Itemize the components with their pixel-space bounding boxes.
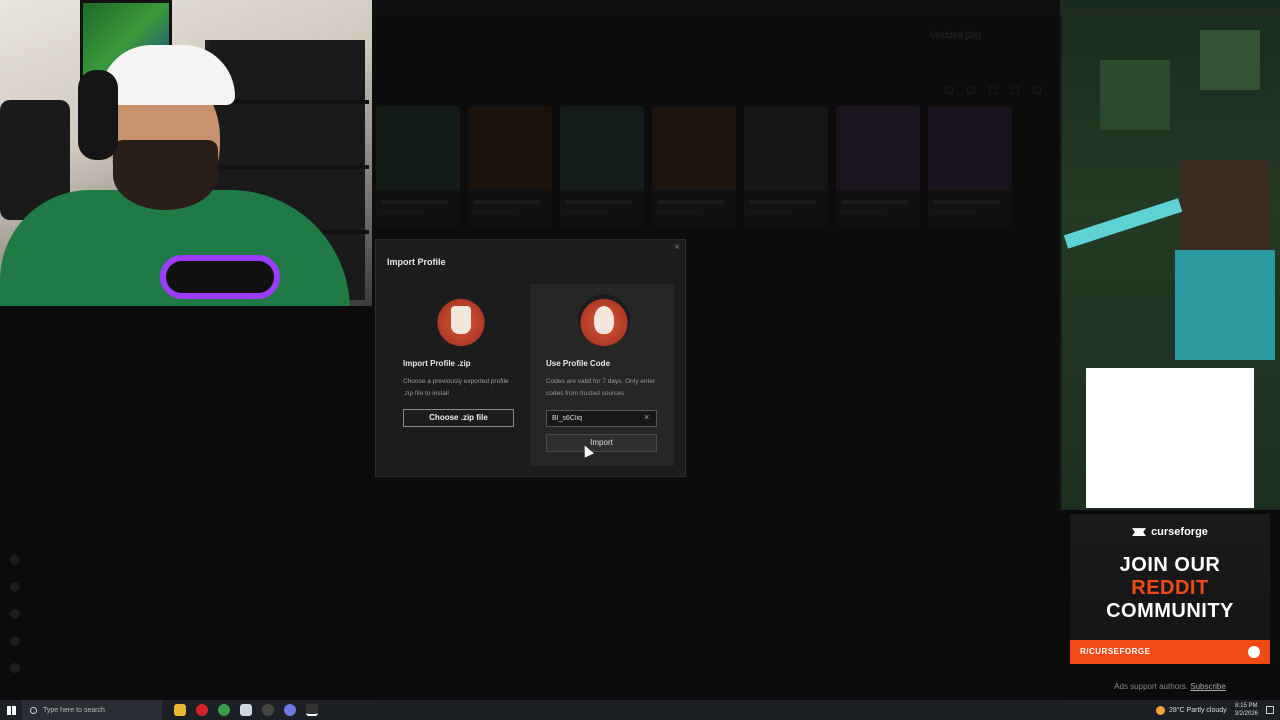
ad-headline-1: JOIN OUR: [1119, 554, 1221, 576]
scroll-quill-icon: [435, 294, 487, 346]
clock[interactable]: 8:15 PM 3/2/2026: [1235, 702, 1258, 718]
windows-taskbar: Type here to search 28°C Partly cloudy 8…: [0, 700, 1280, 720]
sidebar-icon[interactable]: [10, 555, 20, 565]
diamond-sword: [1063, 198, 1183, 249]
import-zip-option: Import Profile .zip Choose a previously …: [387, 284, 531, 466]
search-placeholder: Type here to search: [43, 706, 105, 714]
microphone: [160, 255, 280, 299]
anvil-icon: [1132, 528, 1147, 537]
ad-headline-3: COMMUNITY: [1106, 600, 1234, 622]
profile-code-input[interactable]: [546, 410, 657, 427]
taskbar-search[interactable]: Type here to search: [22, 700, 162, 720]
taskbar-apps: [174, 704, 318, 716]
import-profile-dialog: Import Profile × Import Profile .zip Cho…: [375, 239, 686, 477]
code-option-title: Use Profile Code: [546, 359, 611, 368]
sidebar: [10, 555, 20, 673]
ad-cta-label: R/CURSEFORGE: [1080, 647, 1151, 656]
zip-option-description: Choose a previously exported profile .zi…: [403, 378, 509, 397]
character-head: [1180, 160, 1270, 250]
curseforge-app-icon[interactable]: [306, 704, 318, 716]
dialog-title: Import Profile: [387, 257, 446, 267]
clock-date: 3/2/2026: [1234, 711, 1258, 717]
ad-placeholder[interactable]: [1086, 368, 1254, 508]
close-icon[interactable]: ×: [674, 242, 680, 253]
webcam-overlay: [0, 0, 372, 306]
profile-code-option: Use Profile Code Codes are valid for 7 d…: [530, 284, 674, 466]
reddit-icon: [1248, 646, 1260, 658]
potion-icon: [578, 294, 630, 346]
clear-input-icon[interactable]: ×: [644, 412, 649, 422]
windows-logo-icon: [6, 705, 16, 715]
sidebar-icon[interactable]: [10, 609, 20, 619]
weather-text: 28°C Partly cloudy: [1168, 706, 1227, 714]
discord-icon[interactable]: [284, 704, 296, 716]
partly-cloudy-icon: [1155, 705, 1165, 715]
code-option-description: Codes are valid for 7 days. Only enter c…: [546, 378, 656, 397]
import-button[interactable]: Import: [546, 434, 657, 452]
explorer-icon[interactable]: [174, 704, 186, 716]
headphones: [78, 70, 118, 160]
ad-headline-2: REDDIT: [1131, 577, 1209, 599]
person-beard: [113, 140, 218, 210]
sidebar-icon[interactable]: [10, 663, 20, 673]
clock-time: 8:15 PM: [1235, 703, 1258, 709]
obs-icon[interactable]: [262, 704, 274, 716]
opera-icon[interactable]: [196, 704, 208, 716]
subscribe-link[interactable]: Subscribe: [1190, 682, 1226, 691]
weather-widget[interactable]: 28°C Partly cloudy: [1155, 705, 1227, 715]
zip-option-title: Import Profile .zip: [403, 359, 471, 368]
choose-zip-button[interactable]: Choose .zip file: [403, 409, 514, 427]
character-body: [1175, 250, 1275, 360]
curseforge-ad[interactable]: curseforge JOIN OUR REDDIT COMMUNITY R/C…: [1070, 514, 1270, 664]
ad-support-text: Ads support authors. Subscribe: [1114, 682, 1226, 691]
sidebar-icon[interactable]: [10, 582, 20, 592]
notification-icon[interactable]: [1266, 706, 1274, 714]
ad-cta-bar[interactable]: R/CURSEFORGE: [1070, 640, 1270, 664]
screen: Modded (26) curseforge JOIN OUR REDDIT C: [0, 0, 1280, 720]
search-icon: [30, 706, 37, 714]
start-button[interactable]: [0, 700, 22, 720]
sidebar-icon[interactable]: [10, 636, 20, 646]
curseforge-logo: curseforge: [1070, 526, 1270, 538]
notepad-icon[interactable]: [240, 704, 252, 716]
chrome-icon[interactable]: [218, 704, 230, 716]
system-tray: 28°C Partly cloudy 8:15 PM 3/2/2026: [1155, 700, 1274, 720]
